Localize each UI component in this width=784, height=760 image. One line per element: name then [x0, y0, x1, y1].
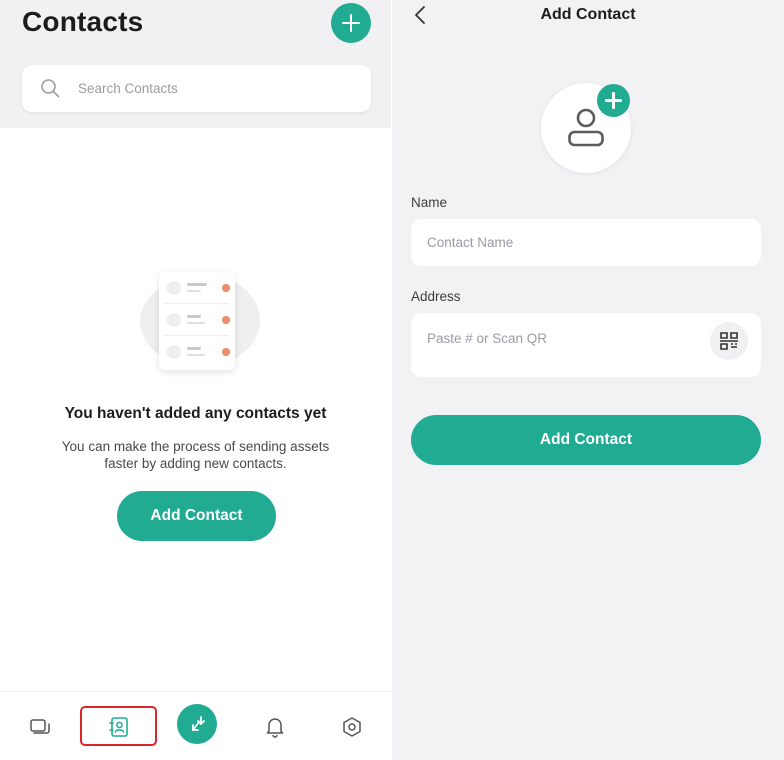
- empty-state-title: You haven't added any contacts yet: [64, 405, 327, 422]
- nav-item-settings[interactable]: [332, 692, 372, 760]
- address-label: Address: [411, 289, 461, 304]
- bell-icon: [266, 717, 284, 738]
- user-icon: [167, 313, 181, 327]
- empty-state-description: You can make the process of sending asse…: [61, 439, 330, 471]
- qr-scan-icon: [720, 332, 738, 350]
- name-label: Name: [411, 195, 448, 210]
- nav-item-wallets[interactable]: [20, 692, 60, 760]
- app-root: Contacts Search Contacts You haven't add…: [0, 0, 784, 760]
- name-field[interactable]: [411, 219, 761, 266]
- nav-item-transfer[interactable]: [177, 704, 217, 744]
- address-field[interactable]: [411, 313, 761, 377]
- contacts-screen: Contacts Search Contacts You haven't add…: [0, 0, 391, 760]
- search-icon: [41, 79, 60, 98]
- illustration-row: [165, 309, 230, 331]
- illustration-row: [165, 277, 230, 299]
- address-input[interactable]: [427, 313, 717, 363]
- nav-item-notifications[interactable]: [255, 692, 295, 760]
- illustration-row: [165, 341, 230, 363]
- contacts-book-icon: [109, 716, 128, 737]
- avatar-add-button[interactable]: [597, 84, 630, 117]
- hexagon-settings-icon: [343, 716, 361, 737]
- submit-add-contact-button[interactable]: Add Contact: [411, 415, 761, 465]
- illustration-card: [159, 272, 235, 370]
- scan-qr-button[interactable]: [710, 322, 748, 360]
- search-bar[interactable]: [22, 65, 371, 112]
- transfer-arrows-icon: [192, 716, 205, 731]
- search-input[interactable]: [78, 65, 358, 112]
- user-icon: [167, 281, 181, 295]
- page-title: Add Contact: [540, 6, 636, 23]
- add-contact-screen: Add Contact Name Address Ad: [392, 0, 784, 760]
- user-icon: [167, 345, 181, 359]
- add-contact-fab[interactable]: [331, 3, 371, 43]
- add-contact-button[interactable]: Add Contact: [117, 491, 276, 541]
- wallet-icon: [30, 718, 50, 734]
- nav-item-contacts[interactable]: [99, 692, 139, 760]
- page-title: Contacts: [22, 6, 144, 37]
- contact-list-illustration: [110, 240, 285, 390]
- contact-name-input[interactable]: [427, 219, 717, 266]
